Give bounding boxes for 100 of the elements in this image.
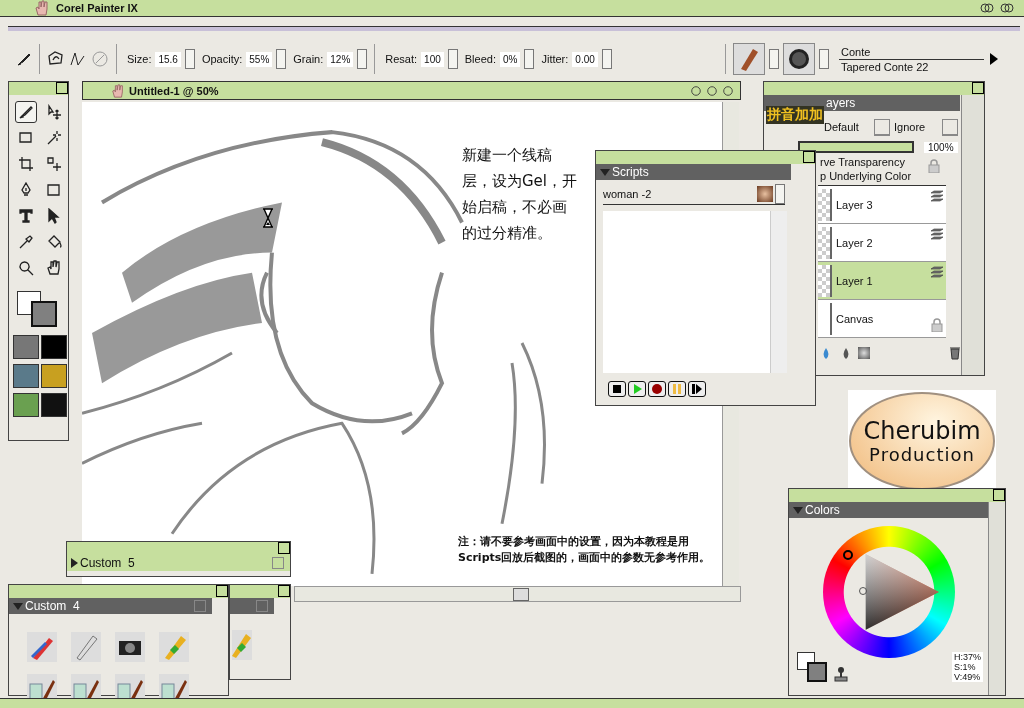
brush-variant[interactable]: Tapered Conte 22 [839,59,984,74]
close-button[interactable] [972,82,984,94]
window-control-icon[interactable] [1000,1,1014,15]
pause-icon [671,383,683,395]
field-label: Opacity: [201,53,243,65]
play-button[interactable] [628,381,646,397]
layer-name: Layer 2 [836,236,873,249]
stamp-icon[interactable] [833,666,849,682]
texture-swatch-icon[interactable] [41,393,67,417]
step-button[interactable] [688,381,706,397]
layer-row[interactable]: Layer 3 [818,186,946,224]
number-field[interactable]: 100 [421,51,444,67]
layer-name: Canvas [836,312,874,325]
composite-depth-dropdown[interactable]: Ignore [894,121,938,133]
window-control-icon[interactable] [722,84,734,97]
opacity-value: 100% [924,141,958,153]
close-button[interactable] [278,585,290,597]
layers-icon [930,190,944,204]
brush-variant-button[interactable] [783,43,815,75]
composite-method-dropdown[interactable]: Default [824,121,870,133]
close-button[interactable] [278,542,290,554]
field-label: Size: [127,53,152,65]
brush-icon[interactable] [16,51,32,67]
texture-swatch-icon[interactable] [13,335,39,359]
dropdown-button[interactable] [942,118,958,136]
record-button[interactable] [648,381,666,397]
app-title: Corel Painter IX [56,2,138,14]
texture-swatch-icon[interactable] [13,393,39,417]
layers-icon [930,228,944,242]
layer-name: Layer 3 [836,198,873,211]
spinner-button[interactable] [447,49,458,69]
vertical-scrollbar[interactable] [770,211,787,373]
window-control-icon[interactable] [706,84,718,97]
ime-status-label[interactable]: 拼音加加 [766,106,824,124]
layer-row[interactable]: Layer 1 [818,262,946,300]
brush-category[interactable]: Conte [839,44,984,60]
stop-button[interactable] [608,381,626,397]
panel-title: ayers [826,96,856,110]
texture-swatch-icon[interactable] [41,335,67,359]
spinner-button[interactable] [524,49,535,69]
spinner-button[interactable] [357,49,368,69]
layer-thumbnail [818,226,832,259]
close-button[interactable] [56,82,68,94]
spinner-button[interactable] [276,49,287,69]
layer-thumbnail [818,188,832,221]
dropdown-button[interactable] [819,49,829,69]
lock-icon [928,159,940,173]
camera-icon[interactable] [115,632,145,662]
brush-category-button[interactable] [733,43,765,75]
horizontal-scrollbar[interactable] [294,586,741,602]
close-button[interactable] [993,489,1005,501]
option-label[interactable]: p Underlying Color [820,169,912,183]
color-swatch-icon[interactable] [15,289,59,329]
window-control-icon[interactable] [690,84,702,97]
close-button[interactable] [216,585,228,597]
expand-arrow-icon[interactable] [71,558,78,568]
dropdown-button[interactable] [874,118,890,136]
pause-button[interactable] [668,381,686,397]
mask-icon[interactable] [858,347,870,359]
dab-icon [787,47,811,71]
freehand-stroke-icon[interactable] [47,50,65,68]
logo-title: Cherubim [863,417,981,444]
window-control-icon[interactable] [980,1,994,15]
play-icon [631,383,643,395]
vertical-scrollbar[interactable] [988,502,1005,695]
close-button[interactable] [803,151,815,163]
layer-row[interactable]: Layer 2 [818,224,946,262]
paint-icon[interactable] [27,632,57,662]
layers-icon [930,266,944,280]
logo-subtitle: Production [869,443,975,465]
expand-arrow-icon[interactable] [988,53,1000,65]
field-label: Bleed: [464,53,496,65]
script-thumbnail [757,186,773,202]
trash-icon[interactable] [948,346,962,360]
layer-row[interactable]: Canvas [818,300,946,338]
straight-stroke-icon[interactable] [69,50,87,68]
hue-marker[interactable] [843,550,853,560]
script-dropdown[interactable]: woman -2 [603,188,755,200]
vertical-scrollbar[interactable] [961,95,984,375]
number-field[interactable]: 12% [327,51,354,67]
spinner-button[interactable] [601,49,612,69]
pen-icon[interactable] [71,632,101,662]
hand-icon [111,83,125,98]
texture-swatch-icon[interactable] [13,364,39,388]
texture-swatch-icon[interactable] [41,364,67,388]
footnote-text: 注：请不要参考画面中的设置，因为本教程是用Scripts回放后截图的，画面中的参数无参考作用。 [458,534,712,566]
spinner-button[interactable] [184,49,195,69]
number-field[interactable]: 15.6 [155,51,181,67]
dropdown-button[interactable] [769,49,779,69]
number-field[interactable]: 0.00 [572,51,598,67]
field-label: Jitter: [541,53,569,65]
dropdown-button[interactable] [775,184,785,204]
document-title: Untitled-1 @ 50% [129,84,219,97]
brush-tool-icon[interactable] [15,101,37,123]
option-label[interactable]: rve Transparency [820,155,905,169]
number-field[interactable]: 55% [246,51,273,67]
number-field[interactable]: 0% [500,51,521,67]
color-swatch-icon[interactable] [795,650,829,682]
field-label: Grain: [293,53,324,65]
stop-icon [611,383,623,395]
